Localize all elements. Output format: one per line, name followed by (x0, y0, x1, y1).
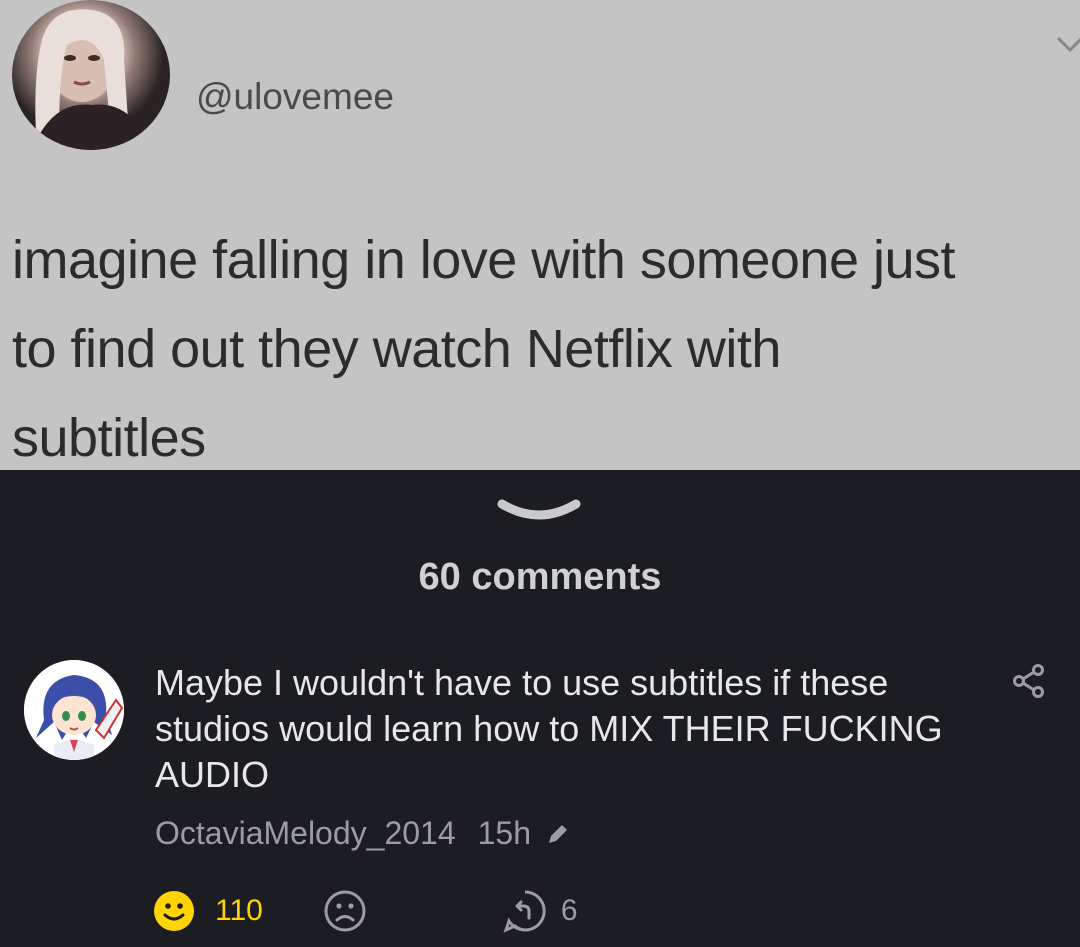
smile-icon (154, 891, 194, 931)
tweet-handle: @ulovemee (196, 76, 394, 117)
like-count: 110 (215, 894, 263, 927)
chevron-down-icon (1056, 36, 1080, 53)
post-image[interactable]: @ulovemee imagine falling in love with s… (0, 0, 1080, 470)
share-icon[interactable] (1012, 664, 1046, 698)
pencil-icon (549, 824, 568, 843)
like-button[interactable]: 110 (153, 890, 263, 932)
comment-text: Maybe I wouldn't have to use subtitles i… (155, 662, 943, 795)
reply-button[interactable]: 6 (503, 889, 578, 933)
tweet-text: imagine falling in love with someone jus… (12, 230, 956, 468)
tweet-avatar (12, 0, 170, 150)
frown-icon[interactable] (323, 889, 367, 933)
reply-icon (503, 890, 546, 933)
avatar[interactable] (24, 660, 124, 760)
reply-count: 6 (560, 894, 578, 927)
comment-actions: 110 6 (153, 886, 578, 936)
comments-count: 60 comments (418, 556, 662, 598)
comment-meta: OctaviaMelody_2014 15h (155, 815, 571, 852)
chevron-down-icon[interactable] (496, 496, 582, 528)
comment-author[interactable]: OctaviaMelody_2014 (155, 815, 456, 852)
comment-time: 15h (477, 815, 532, 851)
